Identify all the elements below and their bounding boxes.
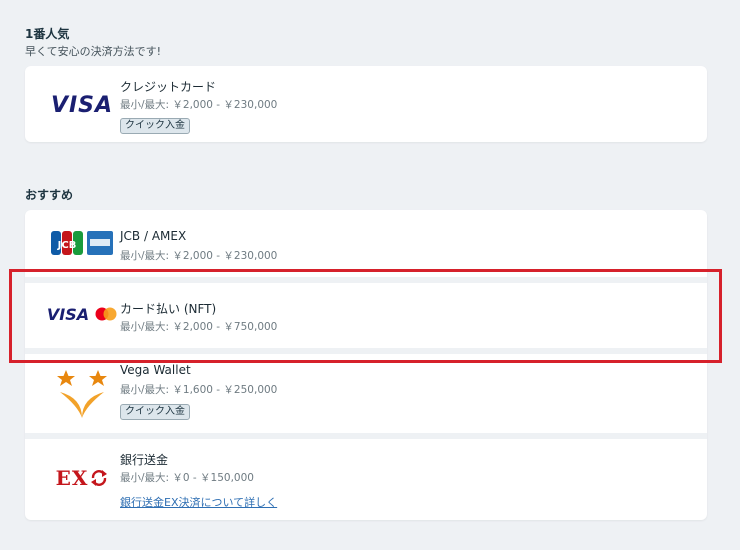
method-range: 最小/最大: ￥2,000 - ￥230,000 (120, 99, 278, 111)
payment-method-jcb-amex[interactable]: JCB JCB / AMEX 最小/最大: ￥2,000 - ￥230,000 (25, 210, 707, 276)
method-range: 最小/最大: ￥0 - ￥150,000 (120, 472, 254, 484)
method-name: JCB / AMEX (120, 229, 187, 243)
payment-method-credit-card[interactable]: VISA クレジットカード 最小/最大: ￥2,000 - ￥230,000 ク… (25, 66, 707, 142)
payment-method-vega-wallet[interactable]: Vega Wallet 最小/最大: ￥1,600 - ￥250,000 クイッ… (25, 354, 707, 432)
section-title-popular: 1番人気 (25, 27, 70, 41)
payment-method-bank-transfer[interactable]: EX 銀行送金 最小/最大: ￥0 - ￥150,000 銀行送金EX決済につい… (25, 439, 707, 519)
method-name: 銀行送金 (120, 453, 169, 467)
method-range: 最小/最大: ￥2,000 - ￥230,000 (120, 250, 278, 262)
jcb-amex-logo-icon: JCB (37, 230, 127, 256)
quick-deposit-badge: クイック入金 (120, 118, 190, 134)
section-title-recommended: おすすめ (25, 188, 74, 202)
section-subtitle-popular: 早くて安心の決済方法です! (25, 45, 162, 58)
method-name: Vega Wallet (120, 363, 191, 377)
recommended-methods-list: JCB JCB / AMEX 最小/最大: ￥2,000 - ￥230,000 … (25, 210, 707, 520)
method-name: クレジットカード (120, 80, 217, 94)
bank-ex-logo-icon: EX (37, 465, 127, 491)
svg-text:JCB: JCB (57, 240, 77, 251)
vega-wallet-logo-icon (37, 368, 127, 420)
highlight-box (9, 269, 722, 363)
visa-logo-icon: VISA (50, 92, 114, 118)
quick-deposit-badge: クイック入金 (120, 404, 190, 420)
bank-ex-details-link[interactable]: 銀行送金EX決済について詳しく (120, 494, 277, 510)
method-range: 最小/最大: ￥1,600 - ￥250,000 (120, 384, 278, 396)
